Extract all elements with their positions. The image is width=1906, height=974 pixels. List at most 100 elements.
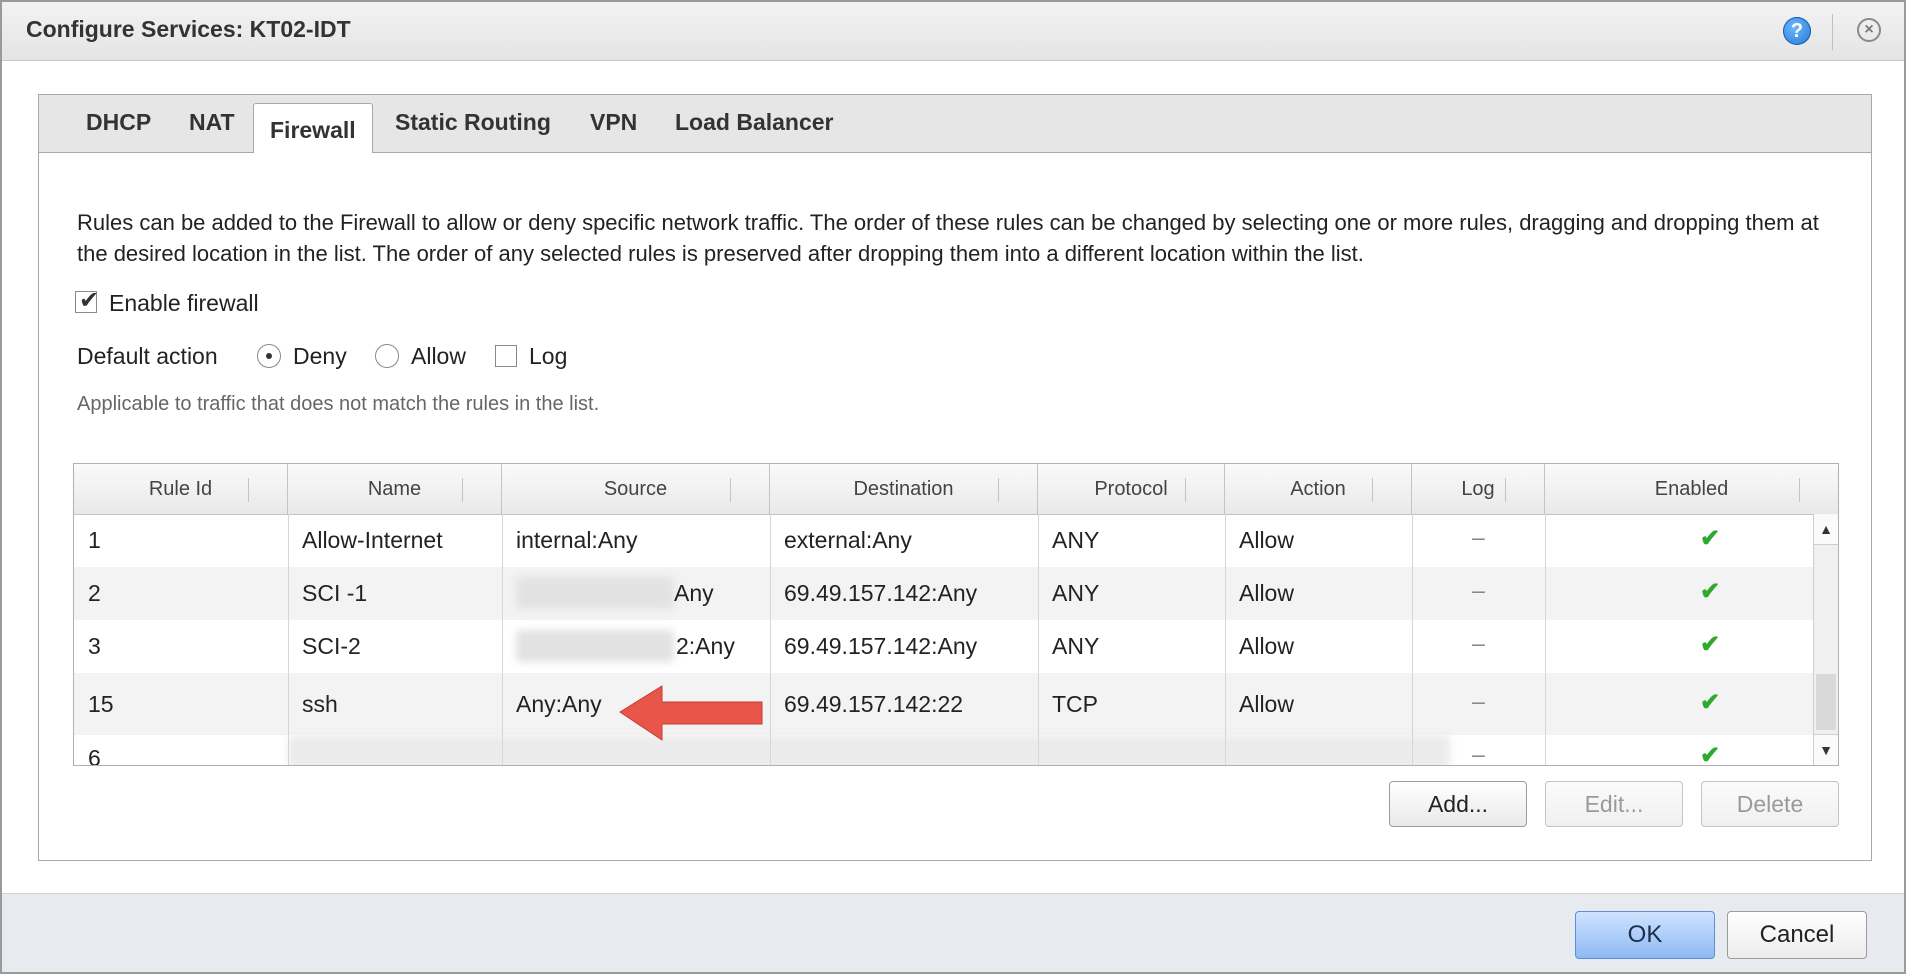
cell-destination: 69.49.157.142:22 xyxy=(784,691,964,717)
column-label: Source xyxy=(603,478,668,500)
enable-firewall-checkbox[interactable]: ✔ xyxy=(75,287,99,314)
enabled-check-icon: ✔ xyxy=(1700,578,1721,605)
tab-firewall[interactable]: Firewall xyxy=(253,103,373,153)
column-divider xyxy=(1225,514,1226,765)
cell-rule-id: 6 xyxy=(88,745,101,766)
cell-destination: 69.49.157.142:Any xyxy=(784,580,978,606)
column-header-action[interactable]: Action xyxy=(1225,464,1412,514)
column-header-name[interactable]: Name xyxy=(288,464,502,514)
annotation-arrow-icon xyxy=(619,685,763,741)
log-checkbox[interactable] xyxy=(495,345,517,367)
cell-protocol: ANY xyxy=(1052,527,1100,553)
cell-action: Allow xyxy=(1239,527,1294,553)
radio-selected-dot xyxy=(266,353,272,359)
dialog-title: Configure Services: KT02-IDT xyxy=(26,16,351,42)
cell-action: Allow xyxy=(1239,580,1294,606)
cell-log-dash: – xyxy=(1472,630,1485,656)
tab-panel: DHCP NAT Firewall Static Routing VPN Loa… xyxy=(38,94,1872,861)
redacted-source xyxy=(516,577,674,609)
column-header-enabled[interactable]: Enabled xyxy=(1545,464,1838,514)
enable-firewall-label: Enable firewall xyxy=(109,290,259,316)
firewall-rules-table: Rule Id Name Source Destination Protocol… xyxy=(73,463,1839,766)
deny-radio[interactable] xyxy=(257,344,281,368)
cell-name: Allow-Internet xyxy=(302,527,443,553)
enabled-check-icon: ✔ xyxy=(1700,631,1721,658)
cell-rule-id: 1 xyxy=(88,527,101,553)
default-action-label: Default action xyxy=(77,343,218,369)
cell-log-dash: – xyxy=(1472,577,1485,603)
cell-protocol: TCP xyxy=(1052,691,1098,717)
column-label: Enabled xyxy=(1654,478,1729,500)
column-header-rule-id[interactable]: Rule Id xyxy=(74,464,288,514)
tab-load-balancer[interactable]: Load Balancer xyxy=(675,109,834,136)
add-button[interactable]: Add... xyxy=(1389,781,1527,827)
cell-source: Any:Any xyxy=(516,691,602,717)
tab-nat[interactable]: NAT xyxy=(189,109,235,136)
cell-rule-id: 2 xyxy=(88,580,101,606)
cell-source: 2:Any xyxy=(676,633,735,659)
cell-destination: 69.49.157.142:Any xyxy=(784,633,978,659)
checkmark-icon: ✔ xyxy=(79,287,100,314)
cell-protocol: ANY xyxy=(1052,633,1100,659)
column-grip xyxy=(1799,478,1800,502)
column-grip xyxy=(1185,478,1186,502)
log-label: Log xyxy=(529,343,568,369)
enabled-check-icon: ✔ xyxy=(1700,525,1721,552)
firewall-description: Rules can be added to the Firewall to al… xyxy=(77,210,1819,266)
cell-log-dash: – xyxy=(1472,688,1485,714)
column-header-source[interactable]: Source xyxy=(502,464,770,514)
cell-source: Any xyxy=(674,580,714,606)
column-divider xyxy=(1412,514,1413,765)
column-header-destination[interactable]: Destination xyxy=(770,464,1038,514)
cell-protocol: ANY xyxy=(1052,580,1100,606)
column-divider xyxy=(288,514,289,765)
cancel-button[interactable]: Cancel xyxy=(1727,911,1867,959)
edit-button[interactable]: Edit... xyxy=(1545,781,1683,827)
configure-services-dialog: Configure Services: KT02-IDT ? × DHCP NA… xyxy=(0,0,1906,974)
table-scrollbar[interactable]: ▲ ▼ xyxy=(1813,514,1838,765)
cell-action: Allow xyxy=(1239,633,1294,659)
redacted-source xyxy=(516,630,674,662)
scroll-down-arrow-icon[interactable]: ▼ xyxy=(1814,734,1838,765)
cell-name: SCI-2 xyxy=(302,633,361,659)
column-label: Rule Id xyxy=(148,478,213,500)
column-label: Log xyxy=(1461,478,1495,500)
title-bar[interactable]: Configure Services: KT02-IDT ? × xyxy=(2,2,1904,61)
column-label: Destination xyxy=(853,478,954,500)
tab-dhcp[interactable]: DHCP xyxy=(86,109,151,136)
table-row[interactable]: 3 SCI-2 2:Any 69.49.157.142:Any ANY Allo… xyxy=(74,620,1814,673)
table-row[interactable]: 6 – ✔ xyxy=(74,735,1814,766)
column-grip xyxy=(1372,478,1373,502)
tab-vpn[interactable]: VPN xyxy=(590,109,637,136)
cell-rule-id: 3 xyxy=(88,633,101,659)
enabled-check-icon: ✔ xyxy=(1700,742,1721,766)
tab-strip: DHCP NAT Firewall Static Routing VPN Loa… xyxy=(39,95,1871,153)
column-label: Name xyxy=(367,478,422,500)
deny-label: Deny xyxy=(293,343,347,369)
dialog-footer: OK Cancel xyxy=(2,893,1904,972)
allow-radio[interactable] xyxy=(375,344,399,368)
table-row[interactable]: 1 Allow-Internet internal:Any external:A… xyxy=(74,514,1814,567)
column-label: Protocol xyxy=(1094,478,1168,500)
cell-name: ssh xyxy=(302,691,338,717)
column-grip xyxy=(248,478,249,502)
close-icon[interactable]: × xyxy=(1857,18,1881,42)
cell-destination: external:Any xyxy=(784,527,912,553)
scroll-up-arrow-icon[interactable]: ▲ xyxy=(1814,514,1838,545)
table-row[interactable]: 2 SCI -1 Any 69.49.157.142:Any ANY Allow… xyxy=(74,567,1814,620)
cell-rule-id: 15 xyxy=(88,691,114,717)
tab-static-routing[interactable]: Static Routing xyxy=(395,109,551,136)
help-icon[interactable]: ? xyxy=(1783,17,1811,45)
cell-name: SCI -1 xyxy=(302,580,368,606)
table-row[interactable]: 15 ssh Any:Any 69.49.157.142:22 TCP Allo… xyxy=(74,673,1814,735)
redacted-row xyxy=(288,735,1450,765)
scrollbar-thumb[interactable] xyxy=(1816,674,1836,730)
column-header-protocol[interactable]: Protocol xyxy=(1038,464,1225,514)
cell-log-dash: – xyxy=(1472,524,1485,550)
delete-button[interactable]: Delete xyxy=(1701,781,1839,827)
column-header-log[interactable]: Log xyxy=(1412,464,1545,514)
column-divider xyxy=(770,514,771,765)
ok-button[interactable]: OK xyxy=(1575,911,1715,959)
column-grip xyxy=(730,478,731,502)
column-label: Action xyxy=(1290,478,1346,500)
